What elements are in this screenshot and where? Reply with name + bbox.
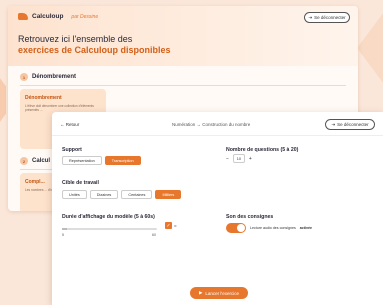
support-option-representation[interactable]: Représentation bbox=[62, 156, 102, 165]
logout-button[interactable]: ⇥ Se déconnecter bbox=[325, 119, 375, 130]
back-link[interactable]: ← Retour bbox=[60, 122, 79, 127]
support-label: Support bbox=[62, 147, 82, 153]
target-selector: Unités Dizaines Centaines Milliers bbox=[62, 190, 182, 199]
questions-stepper: − 10 + bbox=[226, 154, 252, 163]
questions-label: Nombre de questions (5 à 20) bbox=[226, 147, 299, 153]
logout-label: Se déconnecter bbox=[314, 15, 346, 20]
section-heading: 2 Calcul bbox=[20, 157, 50, 165]
infinite-label: ∞ bbox=[174, 223, 177, 228]
target-option-milliers[interactable]: Milliers bbox=[155, 190, 182, 199]
target-option-centaines[interactable]: Centaines bbox=[121, 190, 153, 199]
page-title-line1: Retrouvez ici l'ensemble des bbox=[18, 34, 133, 44]
section-heading: 1 Dénombrement bbox=[20, 73, 76, 81]
checkmark-icon: ✓ bbox=[165, 222, 172, 229]
target-option-dizaines[interactable]: Dizaines bbox=[89, 190, 119, 199]
logout-icon: ⇥ bbox=[331, 121, 336, 127]
section-title: Dénombrement bbox=[32, 74, 77, 80]
section-number-badge: 2 bbox=[20, 157, 28, 165]
exercise-card-title: Dénombrement bbox=[25, 95, 62, 101]
launch-label: Lancer l'exercice bbox=[205, 290, 240, 296]
support-option-transcription[interactable]: Transcription bbox=[104, 156, 141, 165]
duration-slider[interactable] bbox=[62, 228, 157, 230]
sound-toggle[interactable] bbox=[226, 223, 246, 233]
breadcrumb: Numération → Construction du nombre bbox=[172, 122, 251, 127]
logout-button[interactable]: ⇥ Se déconnecter bbox=[304, 12, 350, 23]
sound-toggle-text: Lecture audio des consignes bbox=[250, 226, 296, 230]
increment-button[interactable]: + bbox=[249, 156, 252, 162]
brand-logo[interactable]: Calculoup par Dessine bbox=[18, 13, 98, 20]
brand-mark-icon bbox=[18, 13, 28, 20]
logout-icon: ⇥ bbox=[308, 14, 313, 20]
duration-label: Durée d'affichage du modèle (5 à 60s) bbox=[62, 214, 155, 220]
section-title: Calcul bbox=[32, 158, 51, 164]
sound-label: Son des consignes bbox=[226, 214, 274, 220]
exercise-card-text: L'élève doit dénombrer une collection d'… bbox=[25, 104, 94, 112]
settings-topbar: ← Retour Numération → Construction du no… bbox=[52, 112, 383, 136]
duration-min: 5 bbox=[62, 233, 64, 237]
brand-name: Calculoup bbox=[32, 13, 64, 20]
infinite-duration-checkbox[interactable]: ✓ ∞ bbox=[165, 222, 177, 229]
duration-max: 60 bbox=[152, 233, 156, 237]
support-selector: Représentation Transcription bbox=[62, 156, 141, 165]
section-divider bbox=[20, 85, 346, 86]
target-option-unites[interactable]: Unités bbox=[62, 190, 87, 199]
background-chevron-right bbox=[357, 8, 383, 88]
brand-subtitle: par Dessine bbox=[71, 13, 99, 20]
questions-value[interactable]: 10 bbox=[232, 154, 245, 163]
page-title-line2: exercices de Calculoup disponibles bbox=[18, 45, 171, 55]
target-label: Cible de travail bbox=[62, 180, 99, 186]
sound-toggle-state: activée bbox=[299, 226, 312, 230]
play-icon: ▶ bbox=[198, 290, 203, 295]
sound-toggle-row: Lecture audio des consignes activée bbox=[226, 223, 312, 233]
exercise-settings-window: ← Retour Numération → Construction du no… bbox=[52, 112, 383, 305]
duration-slider-fill bbox=[62, 228, 67, 230]
section-number-badge: 1 bbox=[20, 73, 28, 81]
page-title: Retrouvez ici l'ensemble des exercices d… bbox=[18, 34, 171, 56]
launch-exercise-button[interactable]: ▶ Lancer l'exercice bbox=[190, 287, 248, 299]
back-label: Retour bbox=[65, 122, 80, 127]
decrement-button[interactable]: − bbox=[226, 156, 229, 162]
logout-label: Se déconnecter bbox=[337, 122, 369, 127]
